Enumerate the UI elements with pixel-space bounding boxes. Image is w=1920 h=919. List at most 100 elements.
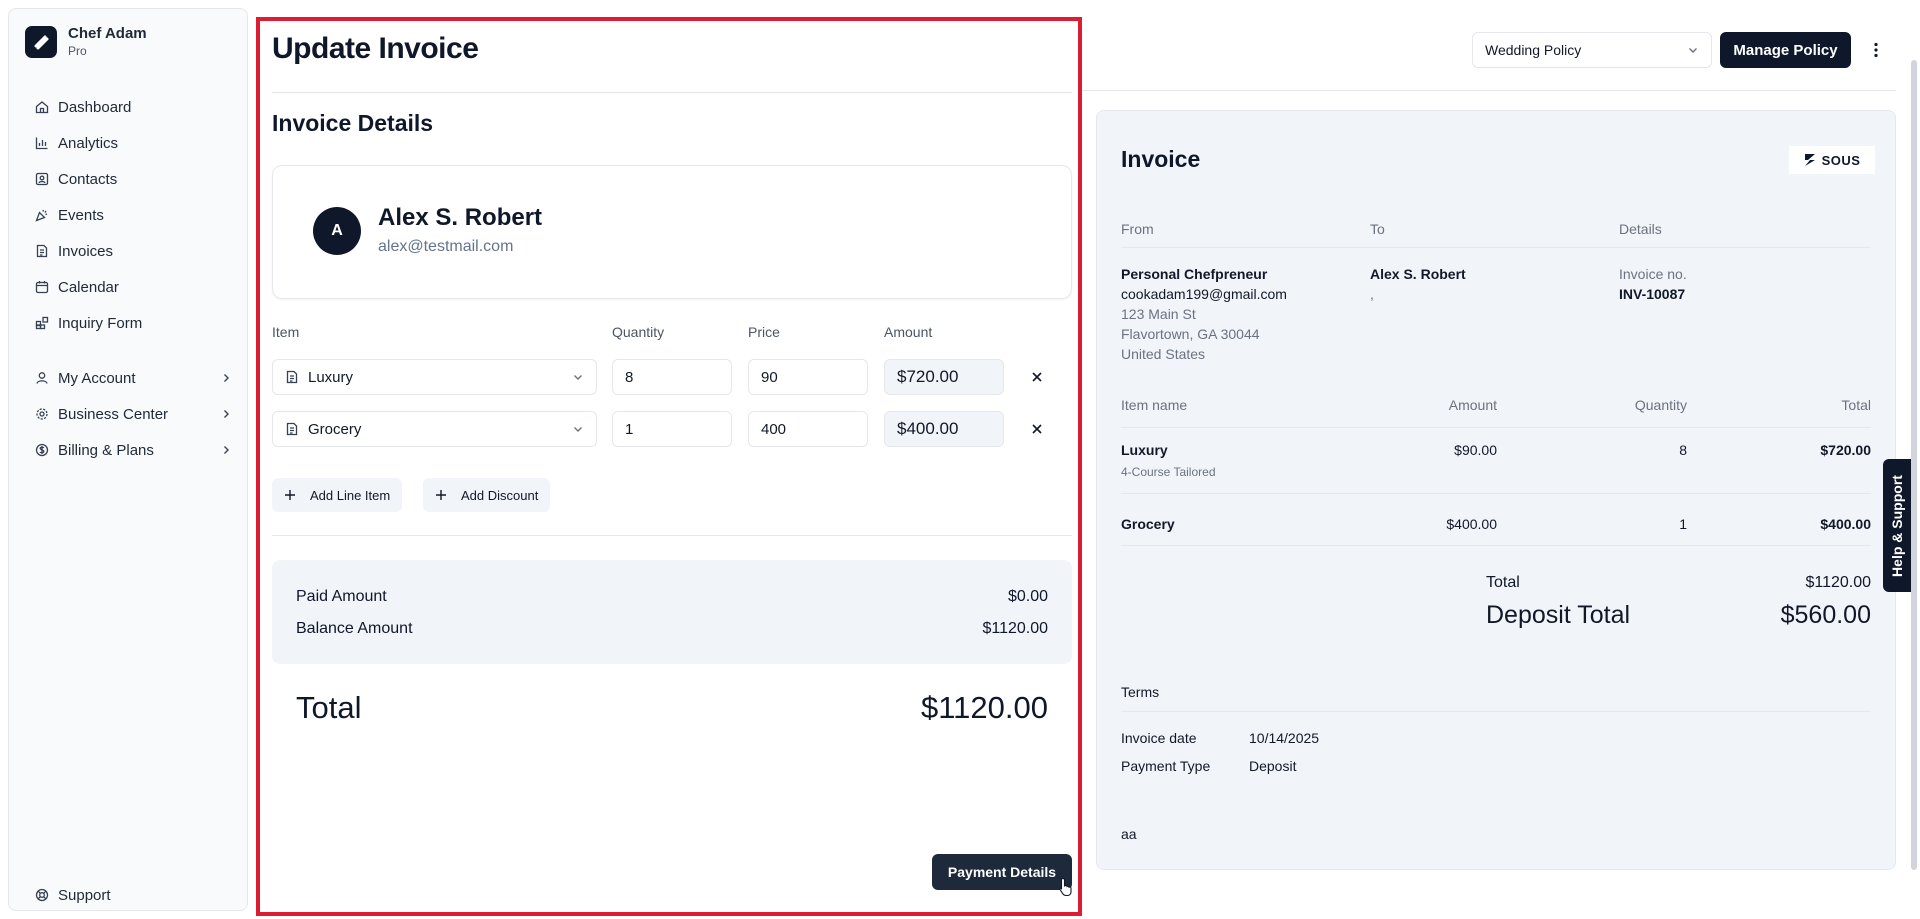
nav-item-billing-plans[interactable]: Billing & Plans [25,432,235,468]
line-item-select[interactable]: Grocery [272,411,597,447]
client-name: Alex S. Robert [378,204,543,231]
amount-field: $400.00 [884,411,1004,447]
nav-item-invoices[interactable]: Invoices [25,233,235,269]
nav-item-inquiry-form[interactable]: Inquiry Form [25,305,235,341]
quantity-input[interactable]: 8 [612,359,732,395]
column-header-amount: Amount [884,324,933,340]
nav-label-support: Support [58,886,111,904]
policy-select[interactable]: Wedding Policy [1472,32,1712,68]
preview-title: Invoice [1121,146,1201,172]
preview-total-value: $1120.00 [1805,574,1871,591]
sous-logo: SOUS [1789,146,1875,174]
nav-label-analytics: Analytics [58,134,119,152]
secondary-nav: My Account Business Center Billing & Pla… [25,360,235,468]
preview-total-label: Total [1486,574,1520,591]
add-line-item-label: Add Line Item [310,487,391,503]
invoice-no-value: INV-10087 [1619,286,1686,302]
avatar: A [313,207,361,255]
payment-type-label: Payment Type [1121,758,1211,774]
preview-row-name: Luxury [1121,442,1168,458]
gear-icon [34,406,50,422]
payment-type-value: Deposit [1249,758,1297,774]
from-address-line1: 123 Main St [1121,306,1196,322]
balance-amount-row: Balance Amount $1120.00 [296,620,1048,638]
primary-nav: Dashboard Analytics Contacts Events Invo… [25,89,235,341]
price-input[interactable]: 400 [748,411,868,447]
client-card: A Alex S. Robert alex@testmail.com [272,165,1072,299]
dollar-circle-icon [34,442,50,458]
terms-label: Terms [1121,684,1160,700]
nav-label-calendar: Calendar [58,278,119,296]
manage-policy-button[interactable]: Manage Policy [1720,32,1851,68]
preview-col-item: Item name [1121,397,1188,413]
title-divider [272,92,1072,93]
chevron-right-icon [221,373,231,383]
calendar-icon [34,279,50,295]
remove-line-icon[interactable] [1027,367,1047,387]
nav-item-contacts[interactable]: Contacts [25,161,235,197]
add-discount-button[interactable]: Add Discount [423,478,551,512]
invoice-no-label: Invoice no. [1619,266,1687,282]
nav-item-my-account[interactable]: My Account [25,360,235,396]
nav-item-business-center[interactable]: Business Center [25,396,235,432]
chevron-down-icon [1687,44,1699,56]
remove-line-icon[interactable] [1027,419,1047,439]
total-value: $1120.00 [921,690,1048,725]
nav-label-my-account: My Account [58,369,136,387]
party-popper-icon [34,207,50,223]
nav-item-dashboard[interactable]: Dashboard [25,89,235,125]
user-icon [34,370,50,386]
quantity-input[interactable]: 1 [612,411,732,447]
preview-details-header: Details [1619,221,1662,237]
page-title: Update Invoice [272,32,479,65]
preview-row-amount: $400.00 [1446,516,1497,532]
payment-details-button[interactable]: Payment Details [932,854,1072,890]
more-options-icon[interactable] [1866,38,1886,62]
policy-select-value: Wedding Policy [1485,42,1582,58]
amount-field: $720.00 [884,359,1004,395]
nav-label-contacts: Contacts [58,170,118,188]
nav-label-business-center: Business Center [58,405,169,423]
preview-divider [1121,711,1871,712]
preview-from-header: From [1121,221,1154,237]
nav-item-analytics[interactable]: Analytics [25,125,235,161]
scrollbar[interactable] [1911,60,1917,870]
total-label: Total [296,690,362,725]
preview-to-header: To [1370,221,1385,237]
payment-summary: Paid Amount $0.00 Balance Amount $1120.0… [272,560,1072,664]
pointer-cursor-icon [1058,877,1074,902]
brand-logo-icon [25,26,57,58]
bar-chart-icon [34,135,50,151]
sous-logo-mark-icon [1804,153,1816,167]
form-divider [272,535,1072,536]
preview-row-quantity: 1 [1679,516,1687,532]
add-line-item-button[interactable]: Add Line Item [272,478,403,512]
nav-item-calendar[interactable]: Calendar [25,269,235,305]
preview-row-name: Grocery [1121,516,1175,532]
preview-divider [1121,247,1871,248]
preview-row-quantity: 8 [1679,442,1687,458]
to-line2: , [1370,286,1374,302]
preview-row-total: $400.00 [1820,516,1871,532]
help-support-tab[interactable]: Help & Support [1883,459,1911,592]
document-icon [285,370,299,384]
sous-logo-text: SOUS [1821,152,1861,168]
line-item-select[interactable]: Luxury [272,359,597,395]
nav-item-support[interactable]: Support [25,877,235,913]
nav-label-dashboard: Dashboard [58,98,132,116]
preview-divider [1121,427,1871,428]
form-blocks-icon [34,315,50,331]
balance-amount-label: Balance Amount [296,620,413,637]
invoice-notes: aa [1121,826,1137,842]
nav-label-billing-plans: Billing & Plans [58,441,154,459]
section-title: Invoice Details [272,110,434,136]
preview-deposit-label: Deposit Total [1486,601,1631,629]
nav-item-events[interactable]: Events [25,197,235,233]
line-item-value: Luxury [308,368,354,386]
from-country: United States [1121,346,1206,362]
preview-row-amount: $90.00 [1454,442,1497,458]
price-input[interactable]: 90 [748,359,868,395]
chevron-right-icon [221,409,231,419]
brand[interactable]: Chef Adam Pro [25,25,147,59]
to-name: Alex S. Robert [1370,266,1466,282]
